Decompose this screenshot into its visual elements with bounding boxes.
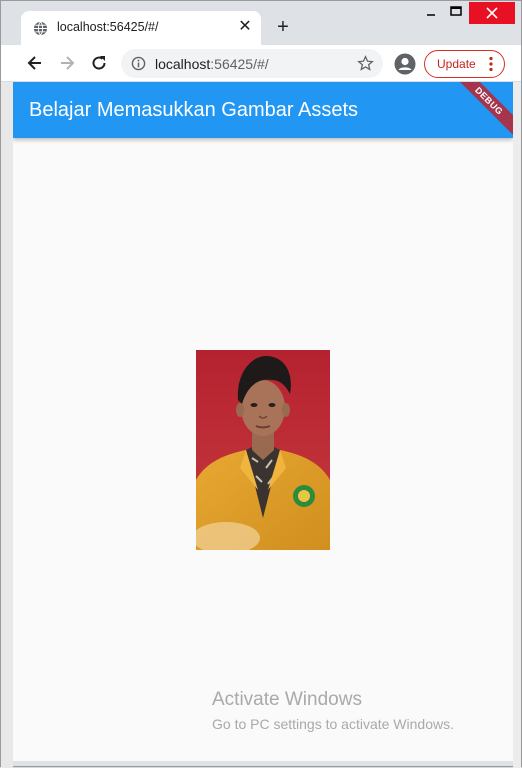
minimize-icon[interactable] [421,3,441,23]
new-tab-icon[interactable]: + [272,16,294,38]
reload-icon[interactable] [89,53,109,73]
back-arrow-icon[interactable] [25,53,45,73]
tab-strip: localhost:56425/#/ ✕ + [1,1,521,45]
forward-arrow-icon[interactable] [57,53,77,73]
browser-toolbar: localhost:56425/#/ Update [1,45,521,82]
asset-image [196,350,330,550]
browser-tab[interactable]: localhost:56425/#/ ✕ [21,11,261,45]
watermark-subtitle: Go to PC settings to activate Windows. [212,716,454,732]
url-path: :56425/#/ [210,56,269,72]
app-title: Belajar Memasukkan Gambar Assets [29,99,359,121]
debug-banner: DEBUG [448,82,513,142]
watermark-title: Activate Windows [212,689,362,710]
profile-avatar-icon[interactable] [394,53,416,75]
maximize-icon[interactable] [446,3,466,23]
window-left-edge [1,82,13,768]
kebab-menu-icon[interactable] [488,56,494,72]
portrait-photo [196,350,330,550]
activate-windows-watermark: Activate Windows Go to PC settings to ac… [212,689,454,732]
info-icon[interactable] [131,56,146,71]
app-bar: Belajar Memasukkan Gambar Assets DEBUG [13,82,513,142]
update-button[interactable]: Update [424,50,505,78]
window-close-button[interactable] [469,2,515,24]
close-tab-icon[interactable]: ✕ [235,17,255,37]
flutter-app-viewport: Belajar Memasukkan Gambar Assets DEBUG A… [13,82,513,761]
tab-title: localhost:56425/#/ [57,20,159,34]
url-text: localhost:56425/#/ [155,56,269,72]
browser-window: localhost:56425/#/ ✕ + localhost:56425/#… [0,0,522,768]
update-label: Update [437,57,476,71]
address-bar[interactable]: localhost:56425/#/ [121,49,383,78]
globe-icon [33,21,48,36]
url-host: localhost [155,56,211,72]
window-right-edge [513,82,521,768]
star-icon[interactable] [357,55,374,72]
close-icon [486,7,498,19]
